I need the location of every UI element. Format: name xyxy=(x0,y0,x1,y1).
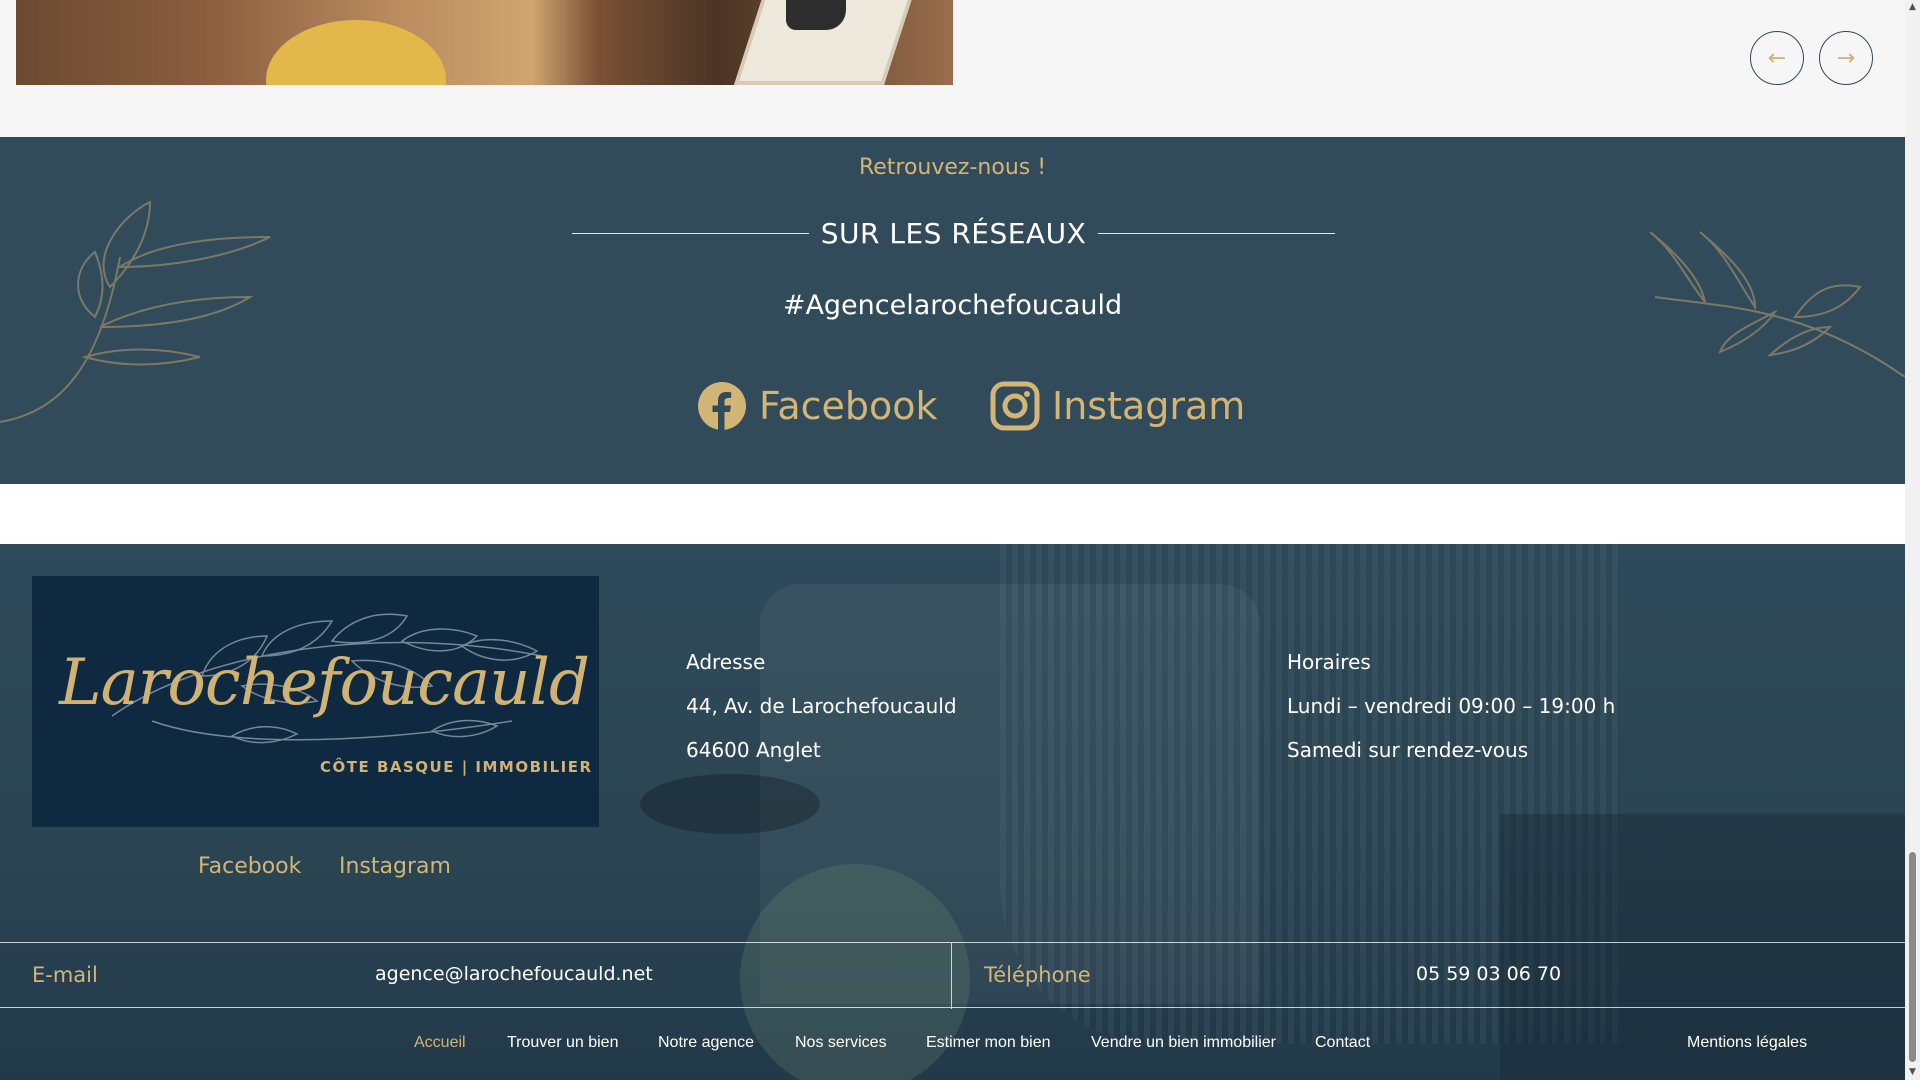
footer-instagram-link[interactable]: Instagram xyxy=(339,854,451,879)
nav-contact[interactable]: Contact xyxy=(1315,1034,1370,1052)
facebook-link[interactable]: Facebook xyxy=(697,377,938,435)
address-line-2: 64600 Anglet xyxy=(686,738,821,762)
instagram-icon xyxy=(990,381,1040,431)
logo-script: Larochefoucauld xyxy=(59,646,590,720)
arrow-left-icon: ← xyxy=(1767,45,1787,71)
scroll-down-icon[interactable]: ▼ xyxy=(1905,1065,1920,1080)
facebook-link-label: Facebook xyxy=(759,384,938,428)
instagram-link-label: Instagram xyxy=(1052,384,1246,428)
nav-nos-services[interactable]: Nos services xyxy=(795,1034,887,1052)
contact-bar: E-mail agence@larochefoucauld.net Téléph… xyxy=(0,942,1905,1009)
footer-facebook-link[interactable]: Facebook xyxy=(198,854,301,879)
nav-vendre-un-bien[interactable]: Vendre un bien immobilier xyxy=(1091,1034,1276,1052)
carousel-prev-button[interactable]: ← xyxy=(1750,31,1804,85)
nav-notre-agence[interactable]: Notre agence xyxy=(658,1034,754,1052)
footer-bg-tray xyxy=(640,774,820,834)
hashtag-text: #Agencelarochefoucauld xyxy=(782,290,1123,321)
section-heading: SUR LES RÉSEAUX xyxy=(820,216,1087,250)
site-footer: Larochefoucauld CÔTE BASQUE | IMMOBILIER… xyxy=(0,544,1905,1080)
heading-rule-right xyxy=(1098,232,1335,234)
scroll-up-icon[interactable]: ▲ xyxy=(1905,0,1920,15)
hours-line-1: Lundi – vendredi 09:00 – 19:00 h xyxy=(1287,694,1616,718)
carousel-section: ← → xyxy=(0,0,1905,137)
phone-label: Téléphone xyxy=(984,963,1091,987)
social-section: Retrouvez-nous ! SUR LES RÉSEAUX #Agence… xyxy=(0,137,1905,484)
address-block: Adresse 44, Av. de Larochefoucauld 64600… xyxy=(686,640,957,772)
nav-trouver-un-bien[interactable]: Trouver un bien xyxy=(507,1034,618,1052)
nav-accueil[interactable]: Accueil xyxy=(414,1034,466,1052)
scrollbar-thumb[interactable] xyxy=(1909,852,1916,1062)
footer-nav: Accueil Trouver un bien Notre agence Nos… xyxy=(0,1034,1905,1064)
instagram-link[interactable]: Instagram xyxy=(990,377,1245,435)
frame-artwork-shape xyxy=(786,0,846,30)
footer-logo[interactable]: Larochefoucauld CÔTE BASQUE | IMMOBILIER xyxy=(32,576,599,827)
carousel-photo xyxy=(16,0,953,85)
chair-shape xyxy=(266,20,446,85)
arrow-right-icon: → xyxy=(1836,45,1856,71)
contact-divider xyxy=(951,943,952,1009)
nav-mentions-legales[interactable]: Mentions légales xyxy=(1687,1034,1807,1052)
logo-tagline: CÔTE BASQUE | IMMOBILIER xyxy=(320,758,593,776)
email-link[interactable]: agence@larochefoucauld.net xyxy=(375,963,653,985)
hours-title: Horaires xyxy=(1287,650,1371,674)
hours-line-2: Samedi sur rendez-vous xyxy=(1287,738,1529,762)
page-scrollbar[interactable]: ▲ ▼ xyxy=(1905,0,1920,1080)
section-kicker: Retrouvez-nous ! xyxy=(858,155,1047,180)
nav-estimer-mon-bien[interactable]: Estimer mon bien xyxy=(926,1034,1051,1052)
facebook-icon xyxy=(697,381,747,431)
email-label: E-mail xyxy=(32,963,98,987)
section-heading-row: SUR LES RÉSEAUX xyxy=(572,215,1335,251)
carousel-next-button[interactable]: → xyxy=(1819,31,1873,85)
phone-link[interactable]: 05 59 03 06 70 xyxy=(1416,963,1561,985)
address-line-1: 44, Av. de Larochefoucauld xyxy=(686,694,957,718)
hours-block: Horaires Lundi – vendredi 09:00 – 19:00 … xyxy=(1287,640,1615,772)
heading-rule-left xyxy=(572,232,809,234)
section-spacer xyxy=(0,484,1905,544)
address-title: Adresse xyxy=(686,650,766,674)
